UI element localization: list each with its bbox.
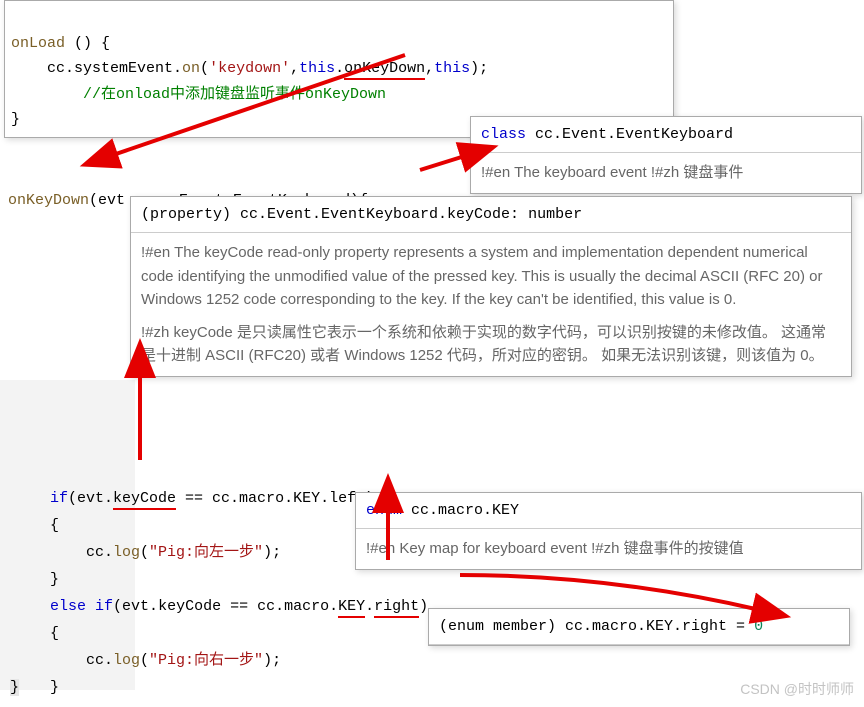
tooltip-keycode-zh: !#zh keyCode 是只读属性它表示一个系统和依赖于实现的数字代码，可以识… bbox=[141, 321, 841, 368]
closing-brace: } bbox=[10, 674, 19, 701]
comment-line: //在onload中添加键盘监听事件onKeyDown bbox=[11, 86, 386, 103]
onload-fn: onLoad bbox=[11, 35, 65, 52]
tooltip-enum-key: enum cc.macro.KEY !#en Key map for keybo… bbox=[355, 492, 862, 570]
keycode-prop: keyCode bbox=[113, 490, 176, 510]
tooltip-keycode: (property) cc.Event.EventKeyboard.keyCod… bbox=[130, 196, 852, 377]
key-enum-ref: KEY bbox=[338, 598, 365, 618]
tooltip-keycode-en: !#en The keyCode read-only property repr… bbox=[141, 241, 841, 311]
watermark: CSDN @时时师师 bbox=[740, 679, 854, 699]
onkeydown-ref: onKeyDown bbox=[344, 60, 425, 80]
tooltip-enum-member: (enum member) cc.macro.KEY.right = 0 bbox=[428, 608, 850, 646]
tooltip-class-eventkeyboard: class cc.Event.EventKeyboard !#en The ke… bbox=[470, 116, 862, 194]
key-right-ref: right bbox=[374, 598, 419, 618]
